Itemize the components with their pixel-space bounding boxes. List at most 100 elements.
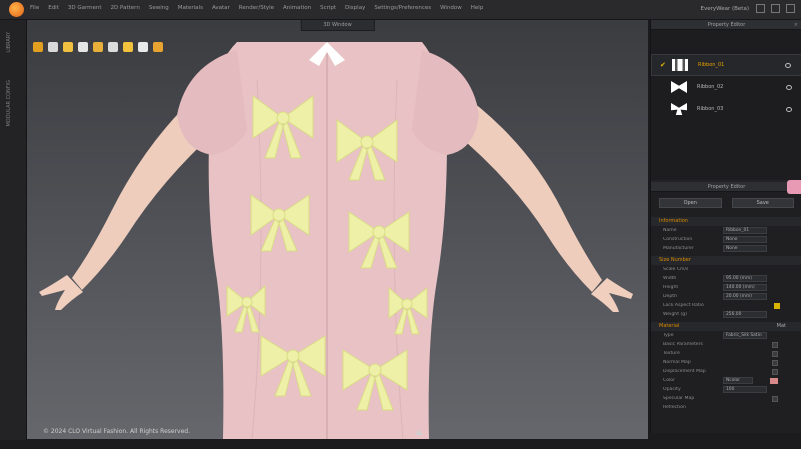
visibility-icon[interactable] — [785, 62, 791, 68]
menu-item[interactable]: Sewing — [149, 5, 169, 11]
object-browser-title: Property Editor — [707, 22, 746, 28]
object-browser: Property Editor × ✔ Ribbon_01 Ribbon_02 … — [651, 20, 801, 180]
save-button[interactable]: Save — [731, 198, 794, 208]
measure-icon[interactable] — [108, 42, 118, 52]
prop-row: Height 140.00 (mm) — [651, 283, 801, 292]
menu-item[interactable]: Help — [471, 5, 484, 11]
property-editor: Property Editor Open Save Information Na… — [651, 182, 801, 449]
material-mode-select[interactable]: Mat — [777, 322, 786, 331]
prop-row: Lock Aspect Ratio — [651, 301, 801, 310]
bottom-toolbar — [650, 433, 801, 449]
name-field[interactable]: Ribbon_01 — [723, 227, 767, 234]
prop-row: Weight (g) 256.00 — [651, 310, 801, 319]
menu-item[interactable]: 2D Pattern — [111, 5, 140, 11]
section-material[interactable]: Material Mat — [651, 322, 801, 331]
viewport-toolbar — [33, 42, 163, 52]
pin-icon[interactable] — [93, 42, 103, 52]
prop-row: Depth 20.00 (mm) — [651, 292, 801, 301]
side-panel-toggle-icon[interactable] — [787, 180, 801, 194]
avatar-with-dress — [39, 42, 633, 439]
menu-item[interactable]: Avatar — [212, 5, 230, 11]
opacity-field[interactable]: 100 — [723, 386, 767, 393]
close-icon[interactable] — [786, 4, 795, 13]
type-select[interactable]: Fabric_Silk Satin — [723, 332, 767, 339]
fold-icon[interactable] — [63, 42, 73, 52]
viewport-tab[interactable]: 3D Window — [300, 20, 375, 31]
visibility-icon[interactable] — [786, 106, 792, 112]
fabric-item[interactable]: Ribbon_02 — [651, 76, 801, 98]
specular-grid-icon[interactable] — [772, 395, 778, 402]
manufacturer-field[interactable]: None — [723, 245, 767, 252]
prop-row: Type Fabric_Silk Satin — [651, 331, 801, 340]
prop-row: Normal Map — [651, 358, 801, 367]
fabric-name: Ribbon_01 — [698, 62, 725, 68]
title-bar: File Edit 3D Garment 2D Pattern Sewing M… — [0, 0, 801, 20]
expand-arrow-icon[interactable] — [415, 430, 423, 435]
prop-row: Scale Cm/s — [663, 267, 689, 272]
prop-row: Name Ribbon_01 — [651, 226, 801, 235]
menu-item[interactable]: Render/Style — [239, 5, 274, 11]
right-sleeve — [412, 50, 479, 155]
bow-swatch-icon — [671, 81, 687, 93]
copyright-text: © 2024 CLO Virtual Fashion. All Rights R… — [43, 428, 191, 435]
menu-item[interactable]: Settings/Preferences — [374, 5, 431, 11]
right-panel: Property Editor × ✔ Ribbon_01 Ribbon_02 … — [650, 20, 801, 449]
width-field[interactable]: 95.00 (mm) — [723, 275, 767, 282]
menu-item[interactable]: File — [30, 5, 39, 11]
prop-row: Opacity 100 — [651, 385, 801, 394]
minimize-icon[interactable] — [756, 4, 765, 13]
fabric-item[interactable]: ✔ Ribbon_01 — [651, 54, 801, 76]
construction-field[interactable]: None — [723, 236, 767, 243]
fabric-name: Ribbon_03 — [697, 106, 724, 112]
depth-field[interactable]: 20.00 (mm) — [723, 293, 767, 300]
tab-modular-config[interactable]: MODULAR CONFIG — [6, 80, 20, 127]
object-browser-header: Property Editor × — [651, 20, 801, 30]
menu-bar: File Edit 3D Garment 2D Pattern Sewing M… — [30, 5, 483, 11]
maximize-icon[interactable] — [771, 4, 780, 13]
avatar-icon[interactable] — [138, 42, 148, 52]
menu-item[interactable]: Display — [345, 5, 365, 11]
window-controls — [756, 4, 795, 13]
bow-swatch-icon — [671, 103, 687, 115]
tack-icon[interactable] — [78, 42, 88, 52]
lock-ratio-checkbox[interactable] — [774, 302, 780, 309]
menu-item[interactable]: Window — [440, 5, 462, 11]
left-sidebar: LIBRARY MODULAR CONFIG — [0, 20, 27, 440]
height-field[interactable]: 140.00 (mm) — [723, 284, 767, 291]
3d-viewport[interactable]: 3D Window © 2024 CLO Virtual Fashion. Al… — [27, 20, 648, 439]
displacement-grid-icon[interactable] — [772, 368, 778, 375]
steam-icon[interactable] — [123, 42, 133, 52]
menu-item[interactable]: Edit — [48, 5, 59, 11]
normal-map-grid-icon[interactable] — [772, 359, 778, 366]
cursor-icon[interactable] — [33, 42, 43, 52]
prop-row: Basic Parameters — [651, 340, 801, 349]
prop-row: Reflection — [663, 405, 686, 410]
select-icon[interactable] — [48, 42, 58, 52]
open-button[interactable]: Open — [659, 198, 722, 208]
app-logo-icon[interactable] — [9, 2, 24, 17]
weight-field[interactable]: 256.00 — [723, 311, 767, 318]
fabric-swatch — [672, 59, 688, 71]
prop-row: Width 95.00 (mm) — [651, 274, 801, 283]
section-information[interactable]: Information — [651, 217, 801, 226]
tab-library[interactable]: LIBRARY — [6, 32, 20, 53]
check-icon: ✔ — [660, 61, 666, 69]
sun-icon[interactable] — [153, 42, 163, 52]
close-icon[interactable]: × — [794, 20, 798, 30]
prop-row: Specular Map — [651, 394, 801, 403]
property-editor-title: Property Editor — [707, 184, 746, 190]
section-size-number[interactable]: Size Number — [651, 256, 801, 265]
color-swatch[interactable] — [770, 377, 778, 384]
menu-item[interactable]: Materials — [178, 5, 203, 11]
visibility-icon[interactable] — [786, 84, 792, 90]
edit-icon[interactable] — [772, 341, 778, 348]
prop-row: Texture — [651, 349, 801, 358]
fabric-item[interactable]: Ribbon_03 — [651, 98, 801, 120]
app-title: EveryWear (Beta) — [700, 6, 750, 12]
texture-grid-icon[interactable] — [772, 350, 778, 357]
menu-item[interactable]: Script — [320, 5, 336, 11]
left-sleeve — [177, 50, 247, 155]
menu-item[interactable]: 3D Garment — [68, 5, 102, 11]
menu-item[interactable]: Animation — [283, 5, 311, 11]
fabric-name: Ribbon_02 — [697, 84, 724, 90]
